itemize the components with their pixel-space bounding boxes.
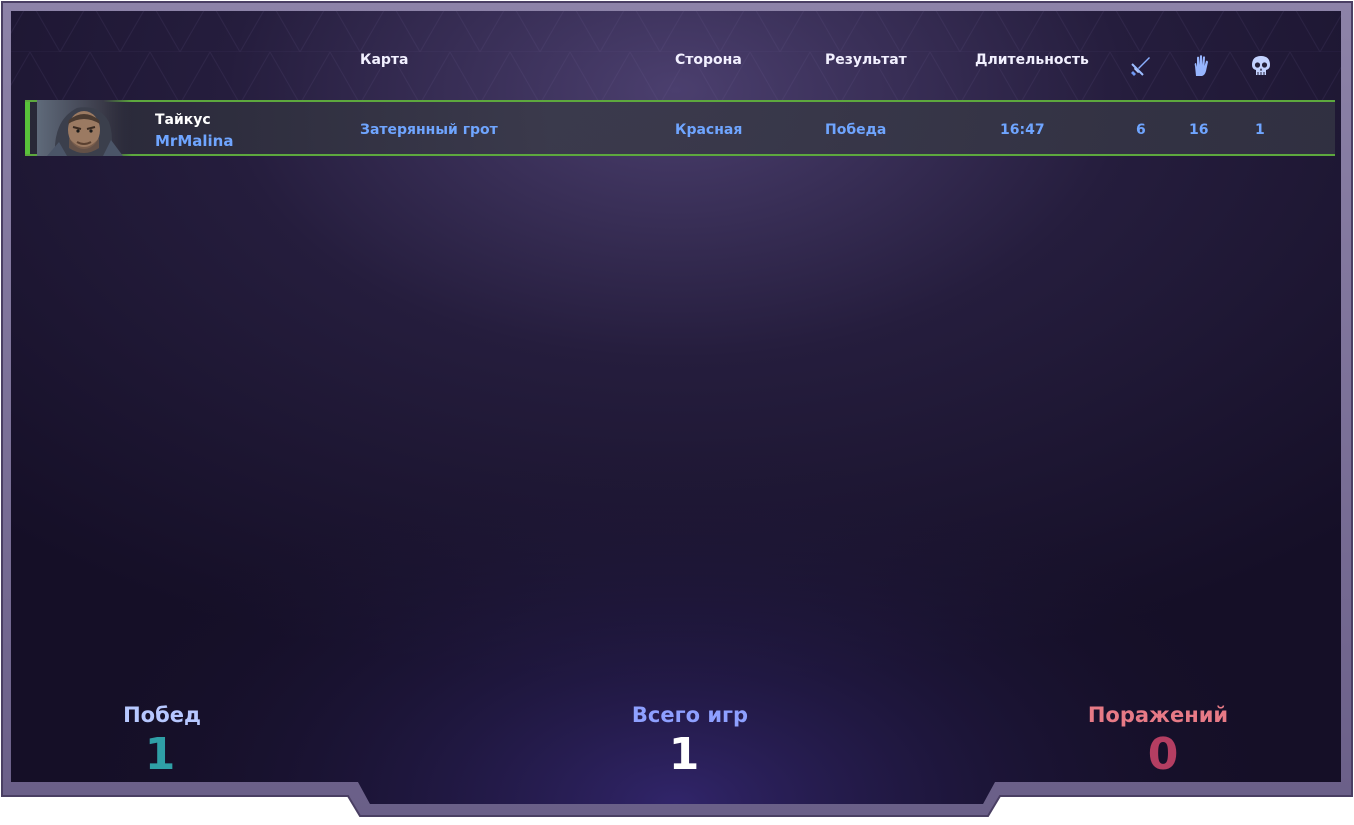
losses-label: Поражений bbox=[1087, 703, 1229, 727]
skull-icon[interactable] bbox=[1249, 54, 1273, 78]
losses-count: 0 bbox=[1147, 729, 1179, 780]
stat-deaths: 1 bbox=[1255, 122, 1265, 138]
wins-label: Побед bbox=[123, 703, 201, 727]
header-duration[interactable]: Длительность bbox=[975, 52, 1089, 68]
table-row[interactable]: Тайкус MrMalina Затерянный грот Красная … bbox=[25, 100, 1335, 156]
row-result-accent bbox=[25, 102, 30, 154]
total-games-count: 1 bbox=[668, 729, 700, 780]
map-name: Затерянный грот bbox=[360, 122, 498, 138]
player-name[interactable]: MrMalina bbox=[155, 132, 233, 150]
hero-portrait bbox=[37, 100, 132, 156]
hand-icon[interactable] bbox=[1189, 54, 1213, 78]
stat-assists: 16 bbox=[1189, 122, 1209, 138]
result-value: Победа bbox=[825, 122, 887, 138]
side-value: Красная bbox=[675, 122, 743, 138]
sword-icon[interactable] bbox=[1129, 54, 1153, 78]
hero-name: Тайкус bbox=[155, 112, 211, 128]
header-side[interactable]: Сторона bbox=[675, 52, 742, 68]
header-result[interactable]: Результат bbox=[825, 52, 907, 68]
duration-value: 16:47 bbox=[1000, 122, 1045, 138]
total-games-label: Всего игр bbox=[631, 703, 749, 727]
stat-kills: 6 bbox=[1136, 122, 1146, 138]
wins-count: 1 bbox=[144, 729, 176, 780]
match-history-panel: Карта Сторона Результат Длительность Тай… bbox=[0, 0, 1354, 825]
header-map[interactable]: Карта bbox=[360, 52, 408, 68]
